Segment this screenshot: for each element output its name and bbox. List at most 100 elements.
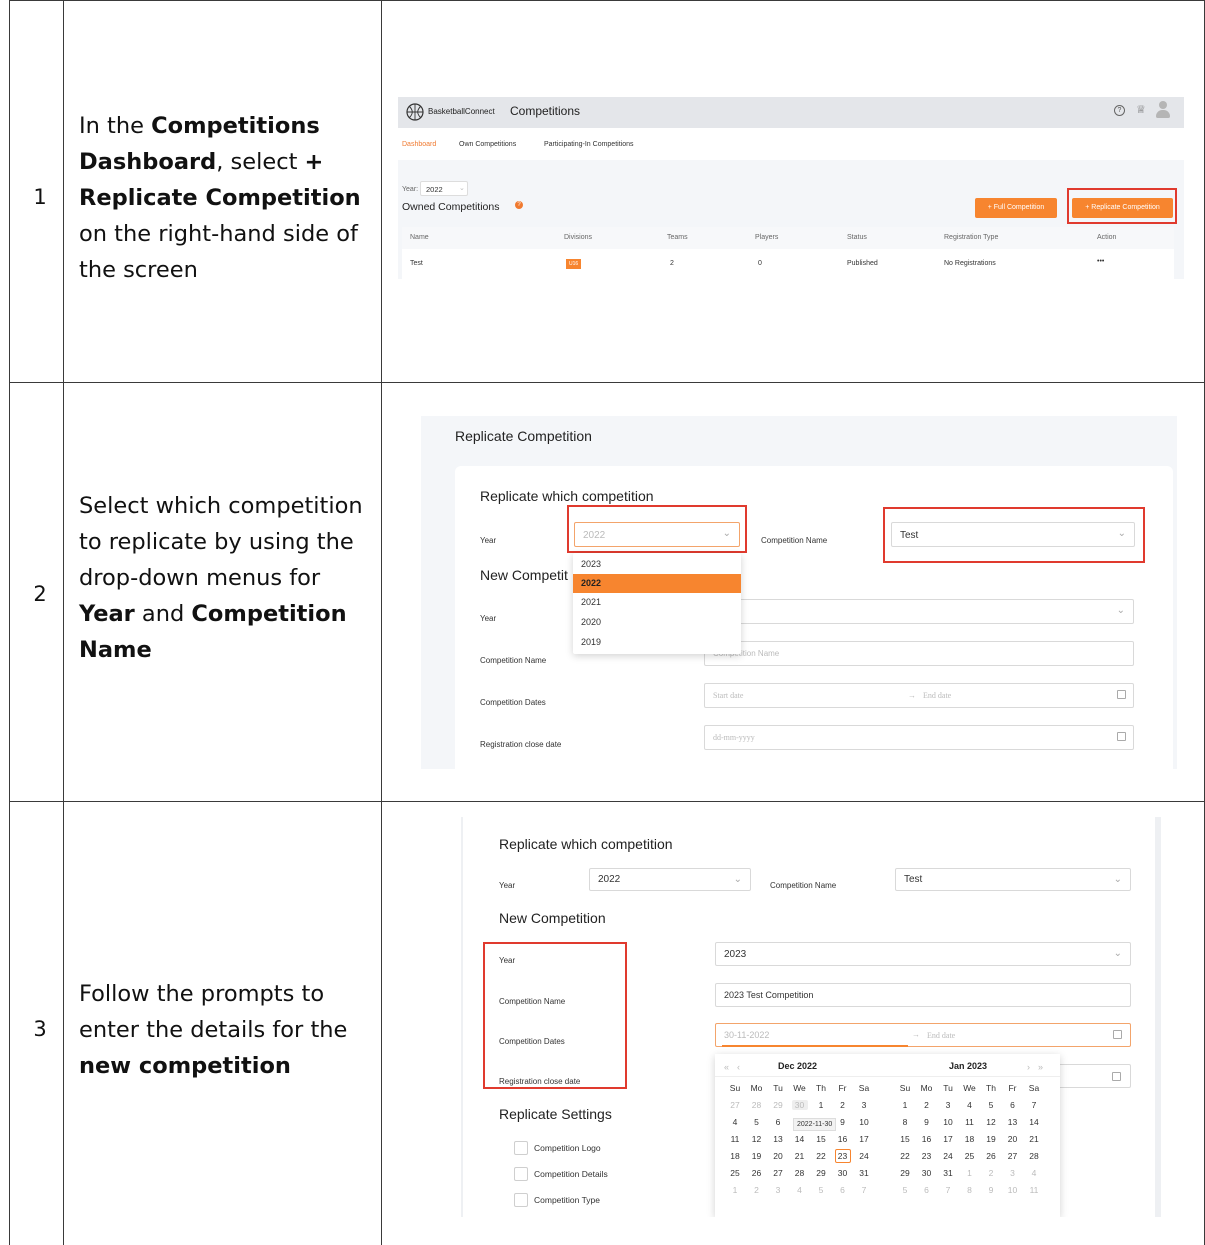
new-competition-name-input[interactable]: Competition Name bbox=[704, 641, 1134, 666]
right-calendar-day[interactable]: 16 bbox=[919, 1134, 935, 1144]
left-calendar-day[interactable]: 1 bbox=[727, 1185, 743, 1195]
left-calendar-day[interactable]: 28 bbox=[792, 1168, 808, 1178]
tab-own-competitions[interactable]: Own Competitions bbox=[459, 141, 516, 148]
right-calendar-day[interactable]: 3 bbox=[940, 1100, 956, 1110]
right-calendar-day[interactable]: 12 bbox=[983, 1117, 999, 1127]
right-calendar-day[interactable]: 5 bbox=[897, 1185, 913, 1195]
new-competition-name-input[interactable]: 2023 Test Competition bbox=[715, 983, 1131, 1007]
left-calendar-day[interactable]: 18 bbox=[727, 1151, 743, 1161]
left-calendar-day[interactable]: 3 bbox=[856, 1100, 872, 1110]
left-calendar-day[interactable]: 23 bbox=[834, 1149, 851, 1163]
year-option-2023[interactable]: 2023 bbox=[573, 555, 741, 574]
year-option-2020[interactable]: 2020 bbox=[573, 613, 741, 632]
full-competition-button[interactable]: + Full Competition bbox=[975, 198, 1057, 218]
right-calendar-day[interactable]: 9 bbox=[983, 1185, 999, 1195]
left-calendar-day[interactable]: 29 bbox=[770, 1100, 786, 1110]
right-calendar-day[interactable]: 6 bbox=[1005, 1100, 1021, 1110]
left-calendar-day[interactable]: 21 bbox=[792, 1151, 808, 1161]
left-calendar-day[interactable]: 1 bbox=[813, 1100, 829, 1110]
left-calendar-day[interactable]: 19 bbox=[749, 1151, 765, 1161]
left-calendar-day[interactable]: 31 bbox=[856, 1168, 872, 1178]
left-calendar-day[interactable]: 30 bbox=[835, 1168, 851, 1178]
right-calendar-day[interactable]: 4 bbox=[1026, 1168, 1042, 1178]
prev-year-icon[interactable]: « bbox=[724, 1062, 729, 1072]
trophy-icon[interactable]: ♕ bbox=[1136, 103, 1146, 116]
left-calendar-day[interactable]: 17 bbox=[856, 1134, 872, 1144]
col-status[interactable]: Status bbox=[847, 234, 867, 241]
col-name[interactable]: Name bbox=[410, 234, 429, 241]
left-calendar-day[interactable]: 29 bbox=[813, 1168, 829, 1178]
right-calendar-day[interactable]: 17 bbox=[940, 1134, 956, 1144]
right-calendar-day[interactable]: 6 bbox=[919, 1185, 935, 1195]
left-calendar-day[interactable]: 30 bbox=[791, 1100, 808, 1110]
col-registration-type[interactable]: Registration Type bbox=[944, 234, 998, 241]
right-calendar-day[interactable]: 10 bbox=[940, 1117, 956, 1127]
left-calendar-day[interactable]: 24 bbox=[856, 1151, 872, 1161]
new-year-select[interactable]: ⌄ bbox=[704, 599, 1134, 624]
right-calendar-day[interactable]: 20 bbox=[1005, 1134, 1021, 1144]
right-calendar-day[interactable]: 11 bbox=[1026, 1185, 1042, 1195]
right-calendar-day[interactable]: 21 bbox=[1026, 1134, 1042, 1144]
competition-dates-range-input[interactable]: 30-11-2022 → End date bbox=[715, 1023, 1131, 1047]
prev-month-icon[interactable]: ‹ bbox=[737, 1062, 740, 1072]
year-option-2019[interactable]: 2019 bbox=[573, 633, 741, 652]
year-select[interactable]: 2022 ⌄ bbox=[420, 181, 468, 196]
right-calendar-day[interactable]: 3 bbox=[1005, 1168, 1021, 1178]
right-calendar-day[interactable]: 24 bbox=[940, 1151, 956, 1161]
left-calendar-day[interactable]: 27 bbox=[727, 1100, 743, 1110]
checkbox-competition-details[interactable] bbox=[514, 1167, 528, 1181]
next-month-icon[interactable]: › bbox=[1027, 1062, 1030, 1072]
right-calendar-day[interactable]: 19 bbox=[983, 1134, 999, 1144]
left-calendar-day[interactable]: 4 bbox=[727, 1117, 743, 1127]
left-calendar-day[interactable]: 2 bbox=[749, 1185, 765, 1195]
col-players[interactable]: Players bbox=[755, 234, 778, 241]
right-calendar-day[interactable]: 8 bbox=[897, 1117, 913, 1127]
checkbox-competition-type[interactable] bbox=[514, 1193, 528, 1207]
left-calendar-day[interactable]: 13 bbox=[770, 1134, 786, 1144]
left-calendar-day[interactable]: 7 bbox=[856, 1185, 872, 1195]
new-year-select[interactable]: 2023 ⌄ bbox=[715, 942, 1131, 966]
registration-close-date-input[interactable] bbox=[1051, 1064, 1131, 1088]
left-calendar-day[interactable]: 25 bbox=[727, 1168, 743, 1178]
year-option-2021[interactable]: 2021 bbox=[573, 593, 741, 612]
right-calendar-day[interactable]: 7 bbox=[1026, 1100, 1042, 1110]
right-calendar-day[interactable]: 2 bbox=[983, 1168, 999, 1178]
left-calendar-day[interactable]: 5 bbox=[813, 1185, 829, 1195]
registration-close-date-input[interactable]: dd-mm-yyyy bbox=[704, 725, 1134, 750]
left-calendar-day[interactable]: 3 bbox=[770, 1185, 786, 1195]
right-calendar-day[interactable]: 2 bbox=[919, 1100, 935, 1110]
left-calendar-day[interactable]: 27 bbox=[770, 1168, 786, 1178]
left-calendar-day[interactable]: 26 bbox=[749, 1168, 765, 1178]
right-calendar-day[interactable]: 27 bbox=[1005, 1151, 1021, 1161]
right-calendar-day[interactable]: 11 bbox=[962, 1117, 978, 1127]
next-year-icon[interactable]: » bbox=[1038, 1062, 1043, 1072]
right-calendar-day[interactable]: 4 bbox=[962, 1100, 978, 1110]
right-calendar-day[interactable]: 10 bbox=[1005, 1185, 1021, 1195]
right-calendar-day[interactable]: 22 bbox=[897, 1151, 913, 1161]
year-option-2022[interactable]: 2022 bbox=[573, 574, 741, 593]
help-icon[interactable]: ? bbox=[1114, 105, 1125, 116]
left-calendar-day[interactable]: 4 bbox=[792, 1185, 808, 1195]
left-calendar-day[interactable]: 15 bbox=[813, 1134, 829, 1144]
left-calendar-day[interactable]: 11 bbox=[727, 1134, 743, 1144]
tab-dashboard[interactable]: Dashboard bbox=[402, 141, 436, 148]
left-calendar-day[interactable]: 22 bbox=[813, 1151, 829, 1161]
left-calendar-day[interactable]: 20 bbox=[770, 1151, 786, 1161]
user-avatar-icon[interactable] bbox=[1154, 100, 1172, 118]
left-calendar-day[interactable]: 16 bbox=[835, 1134, 851, 1144]
left-calendar-day[interactable]: 10 bbox=[856, 1117, 872, 1127]
col-teams[interactable]: Teams bbox=[667, 234, 688, 241]
left-calendar-day[interactable]: 9 bbox=[835, 1117, 851, 1127]
right-calendar-day[interactable]: 26 bbox=[983, 1151, 999, 1161]
right-calendar-day[interactable]: 30 bbox=[919, 1168, 935, 1178]
left-calendar-day[interactable]: 2 bbox=[835, 1100, 851, 1110]
left-calendar-day[interactable]: 6 bbox=[770, 1117, 786, 1127]
right-calendar-day[interactable]: 14 bbox=[1026, 1117, 1042, 1127]
left-calendar-day[interactable]: 5 bbox=[749, 1117, 765, 1127]
right-calendar-day[interactable]: 18 bbox=[962, 1134, 978, 1144]
left-calendar-day[interactable]: 12 bbox=[749, 1134, 765, 1144]
left-calendar-day[interactable]: 6 bbox=[835, 1185, 851, 1195]
right-calendar-day[interactable]: 28 bbox=[1026, 1151, 1042, 1161]
right-calendar-day[interactable]: 1 bbox=[897, 1100, 913, 1110]
right-calendar-day[interactable]: 7 bbox=[940, 1185, 956, 1195]
